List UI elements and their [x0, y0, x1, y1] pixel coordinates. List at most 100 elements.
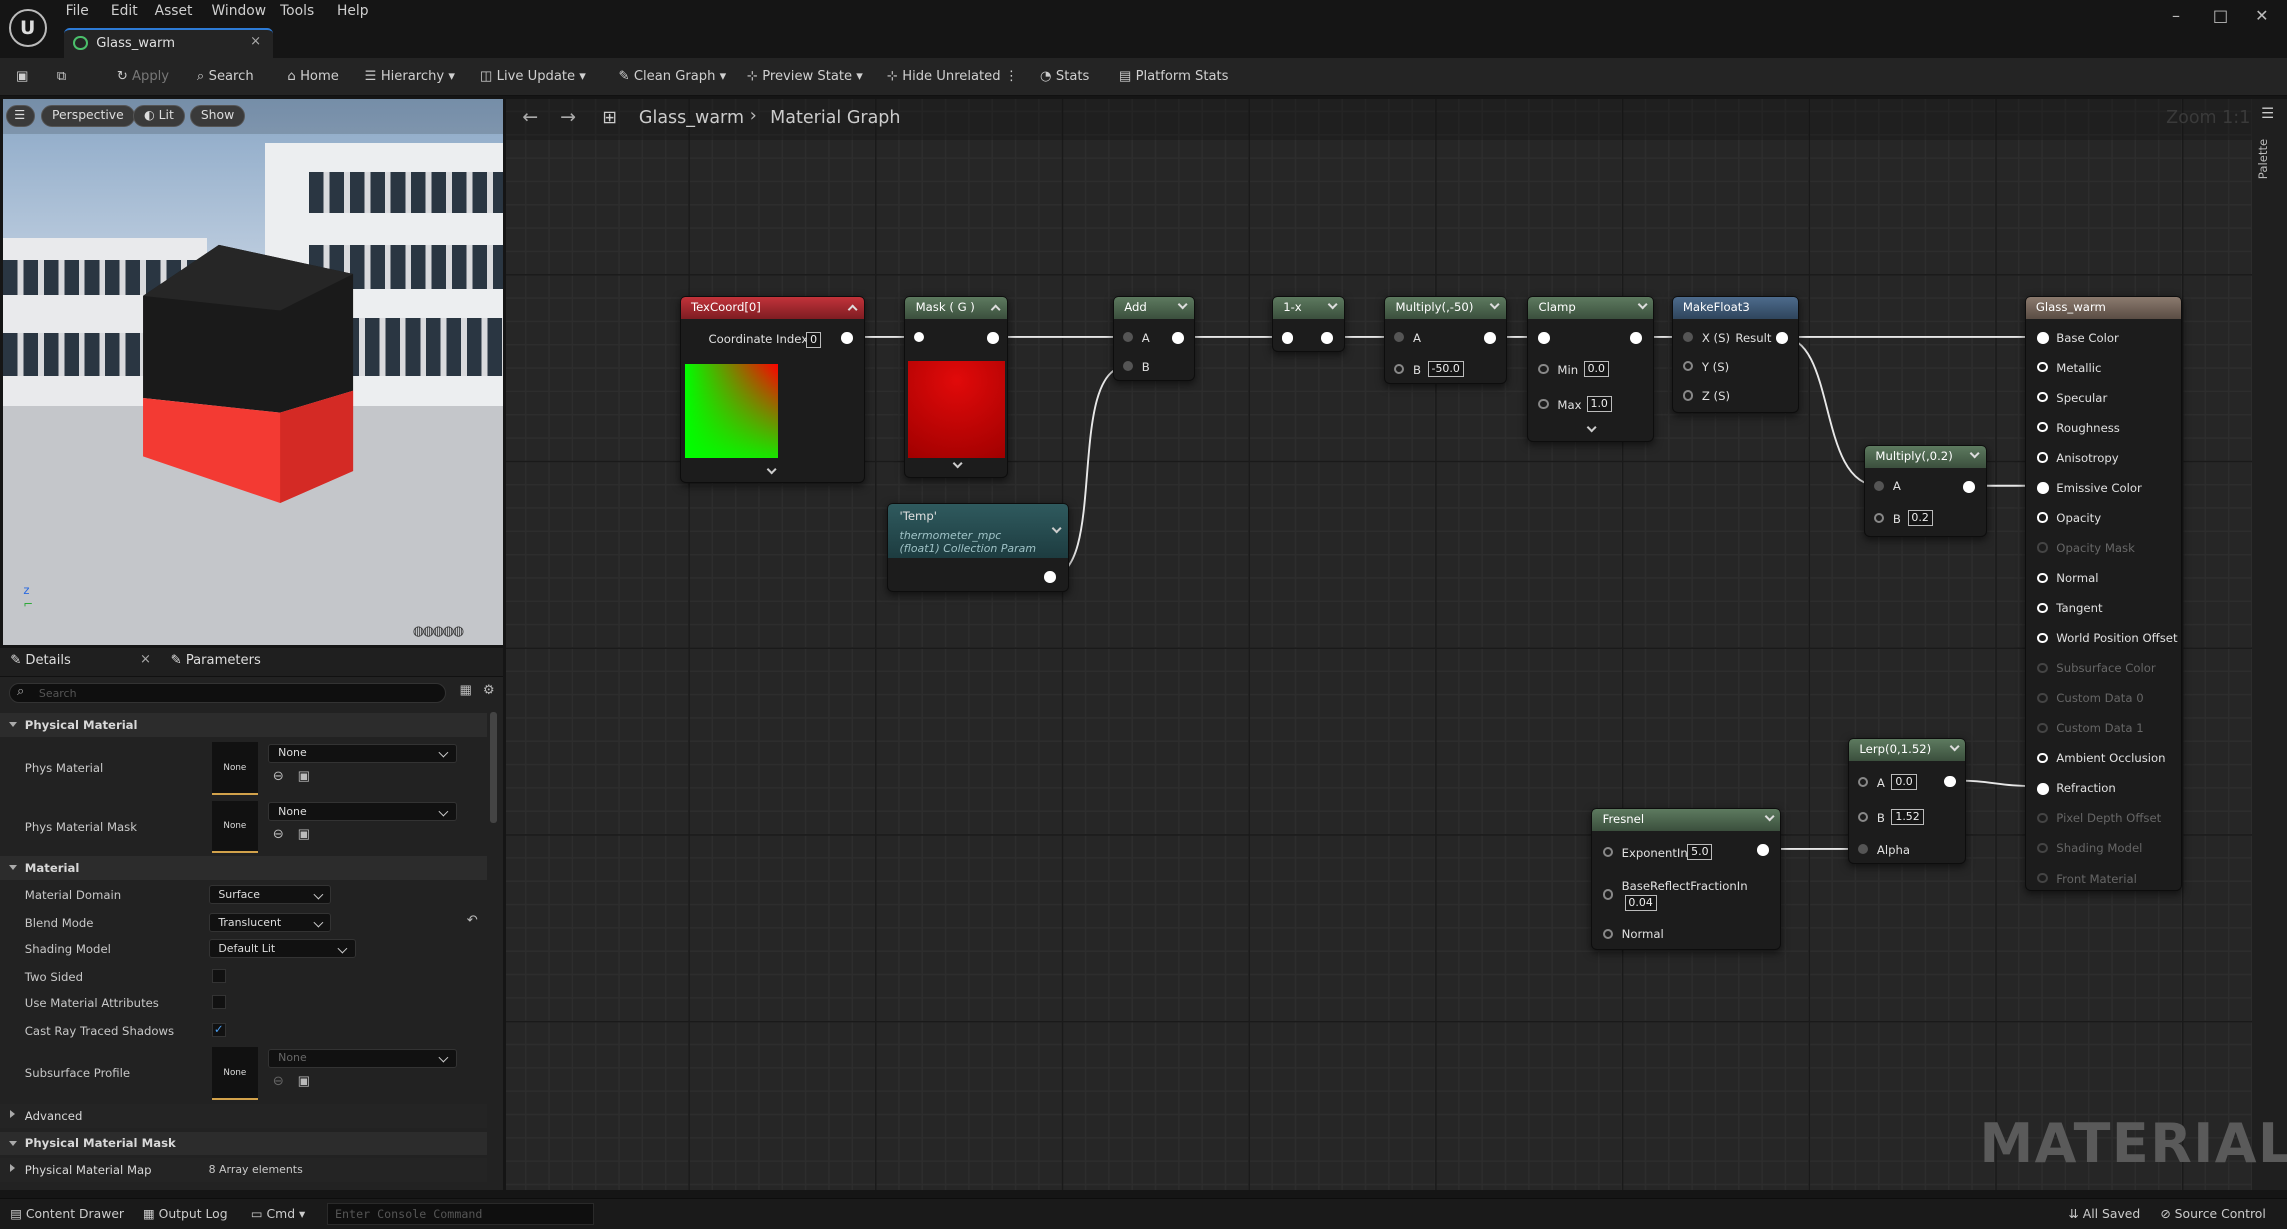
node-temp-collection-param[interactable]: 'Temp' thermometer_mpc (float1) Collecti… [886, 503, 1070, 593]
node-mask[interactable]: Mask ( G ) [904, 296, 1008, 479]
section-physical-material[interactable]: Physical Material [0, 713, 488, 737]
expand-chevron-icon[interactable] [1586, 422, 1597, 433]
result-pin-metallic[interactable] [2037, 362, 2048, 373]
node-fresnel[interactable]: Fresnel ExponentIn 5.0 BaseReflectFracti… [1591, 808, 1782, 950]
preview-viewport[interactable]: ☰ Perspective ◐ Lit Show z ⌐ ◍◍◍◍◍ [2, 99, 504, 645]
subsurface-profile-dropdown[interactable]: None [268, 1048, 457, 1068]
result-pin-specular[interactable] [2037, 392, 2048, 403]
menu-asset[interactable]: Asset [155, 3, 193, 19]
clamp-max-pin[interactable] [1538, 399, 1549, 410]
node-one-minus[interactable]: 1-x [1271, 296, 1345, 352]
clamp-max-value[interactable]: 1.0 [1586, 396, 1612, 413]
temp-output-pin[interactable] [1043, 571, 1056, 583]
clamp-output-pin[interactable] [1630, 332, 1642, 344]
menu-window[interactable]: Window [212, 3, 267, 19]
content-drawer-button[interactable]: ▤ Content Drawer [10, 1206, 124, 1221]
collapse-icon[interactable] [1969, 448, 1980, 460]
fresnel-exponent-value[interactable]: 5.0 [1687, 844, 1713, 861]
collapse-icon[interactable] [1177, 299, 1188, 311]
palette-menu-icon[interactable]: ☰ [2261, 105, 2274, 122]
browse-folder-icon[interactable]: ▣ [298, 769, 310, 784]
details-search-input[interactable]: ⌕ Search [8, 682, 447, 704]
lerp-a-pin[interactable] [1857, 777, 1869, 788]
lerp-output-pin[interactable] [1943, 775, 1956, 788]
minimize-button[interactable]: – [2172, 6, 2180, 25]
cmd-dropdown[interactable]: ▭ Cmd ▾ [251, 1206, 305, 1221]
browse-icon[interactable]: ⧉ [57, 69, 66, 84]
details-close-icon[interactable]: × [140, 652, 151, 667]
apply-button[interactable]: ↻ Apply [117, 69, 169, 84]
result-pin-opacity[interactable] [2037, 512, 2048, 523]
platform-stats-button[interactable]: ▤ Platform Stats [1119, 69, 1229, 84]
breadcrumb-leaf[interactable]: Material Graph [770, 108, 900, 128]
collapse-icon[interactable] [1327, 299, 1339, 311]
cast-ray-traced-shadows-checkbox[interactable]: ✓ [211, 1022, 227, 1038]
section-material[interactable]: Material [0, 856, 488, 880]
home-button[interactable]: ⌂ Home [287, 69, 338, 84]
use-selected-icon[interactable]: ⊖ [273, 1074, 284, 1089]
makefloat3-result-pin[interactable] [1776, 332, 1788, 344]
fresnel-output-pin[interactable] [1757, 844, 1769, 856]
collapse-icon[interactable] [1489, 299, 1501, 311]
settings-gear-icon[interactable]: ⚙ [483, 683, 495, 698]
two-sided-checkbox[interactable] [211, 968, 227, 984]
close-window-button[interactable]: ✕ [2255, 6, 2268, 25]
source-control-button[interactable]: ⊘ Source Control [2160, 1206, 2265, 1221]
clamp-min-value[interactable]: 0.0 [1583, 361, 1609, 378]
node-clamp[interactable]: Clamp Min 0.0 Max 1.0 [1527, 296, 1655, 442]
multiply-neg50-b-value[interactable]: -50.0 [1427, 361, 1464, 378]
fresnel-base-reflect-value[interactable]: 0.04 [1624, 895, 1657, 912]
node-texcoord[interactable]: TexCoord[0] Coordinate Index 0 [679, 296, 865, 483]
hierarchy-button[interactable]: ☰ Hierarchy ▾ [365, 69, 455, 84]
multiply-neg50-b-pin[interactable] [1394, 364, 1405, 375]
menu-help[interactable]: Help [337, 3, 369, 19]
node-multiply-neg50[interactable]: Multiply(,-50) A B -50.0 [1384, 296, 1507, 384]
result-pin-tangent[interactable] [2037, 602, 2048, 613]
all-saved-indicator[interactable]: ⇊ All Saved [2068, 1206, 2140, 1221]
reset-to-default-icon[interactable]: ↶ [467, 913, 478, 928]
result-pin-roughness[interactable] [2037, 422, 2048, 433]
maximize-button[interactable]: □ [2213, 6, 2228, 25]
node-lerp[interactable]: Lerp(0,1.52) A 0.0 B 1.52 Alpha [1848, 738, 1967, 864]
multiply-02-output-pin[interactable] [1962, 480, 1975, 493]
node-material-result[interactable]: Glass_warm Base Color Metallic Specular Rou… [2024, 296, 2183, 892]
phys-material-mask-thumbnail[interactable]: None [211, 800, 259, 854]
result-pin-pixel-depth-offset[interactable] [2037, 812, 2048, 824]
details-scrollbar[interactable] [490, 711, 498, 823]
palette-tab[interactable]: Palette [2257, 139, 2271, 179]
tab-glass-warm[interactable]: Glass_warm × [64, 27, 273, 59]
console-command-input[interactable]: Enter Console Command [326, 1202, 594, 1225]
lerp-a-value[interactable]: 0.0 [1891, 774, 1917, 791]
viewport-menu-icon[interactable]: ☰ [5, 105, 35, 127]
collapse-icon[interactable] [1763, 811, 1775, 823]
live-update-button[interactable]: ◫ Live Update ▾ [480, 69, 586, 84]
fresnel-normal-pin[interactable] [1602, 928, 1613, 939]
one-minus-output-pin[interactable] [1321, 332, 1333, 344]
fresnel-base-reflect-pin[interactable] [1602, 889, 1613, 900]
tab-parameters[interactable]: ✎ Parameters [171, 653, 261, 668]
clamp-input-pin[interactable] [1538, 332, 1551, 344]
texcoord-output-pin[interactable] [841, 332, 853, 344]
expand-chevron-icon[interactable] [952, 458, 963, 470]
multiply-neg50-output-pin[interactable] [1484, 332, 1497, 344]
mask-output-pin[interactable] [987, 332, 999, 344]
use-selected-icon[interactable]: ⊖ [273, 827, 284, 842]
blend-mode-dropdown[interactable]: Translucent [208, 913, 332, 933]
result-pin-refraction[interactable] [2037, 782, 2049, 795]
add-b-pin[interactable] [1122, 361, 1133, 372]
result-pin-shading-model[interactable] [2037, 842, 2048, 854]
subsurface-profile-thumbnail[interactable]: None [211, 1047, 259, 1100]
section-advanced[interactable]: Advanced [0, 1104, 488, 1128]
one-minus-input-pin[interactable] [1281, 332, 1294, 344]
browse-folder-icon[interactable]: ▣ [298, 827, 310, 842]
collapse-icon[interactable] [1949, 741, 1960, 753]
result-pin-front-material[interactable] [2037, 873, 2048, 884]
collapse-icon[interactable] [990, 304, 1002, 315]
phys-material-dropdown[interactable]: None [268, 743, 457, 763]
result-pin-custom-data-1[interactable] [2037, 722, 2048, 733]
menu-tools[interactable]: Tools [280, 3, 314, 19]
hide-unrelated-button[interactable]: ⊹ Hide Unrelated ⋮ [887, 69, 1018, 84]
menu-edit[interactable]: Edit [111, 3, 138, 19]
menu-file[interactable]: File [66, 3, 89, 19]
mask-input-pin[interactable] [914, 332, 925, 343]
